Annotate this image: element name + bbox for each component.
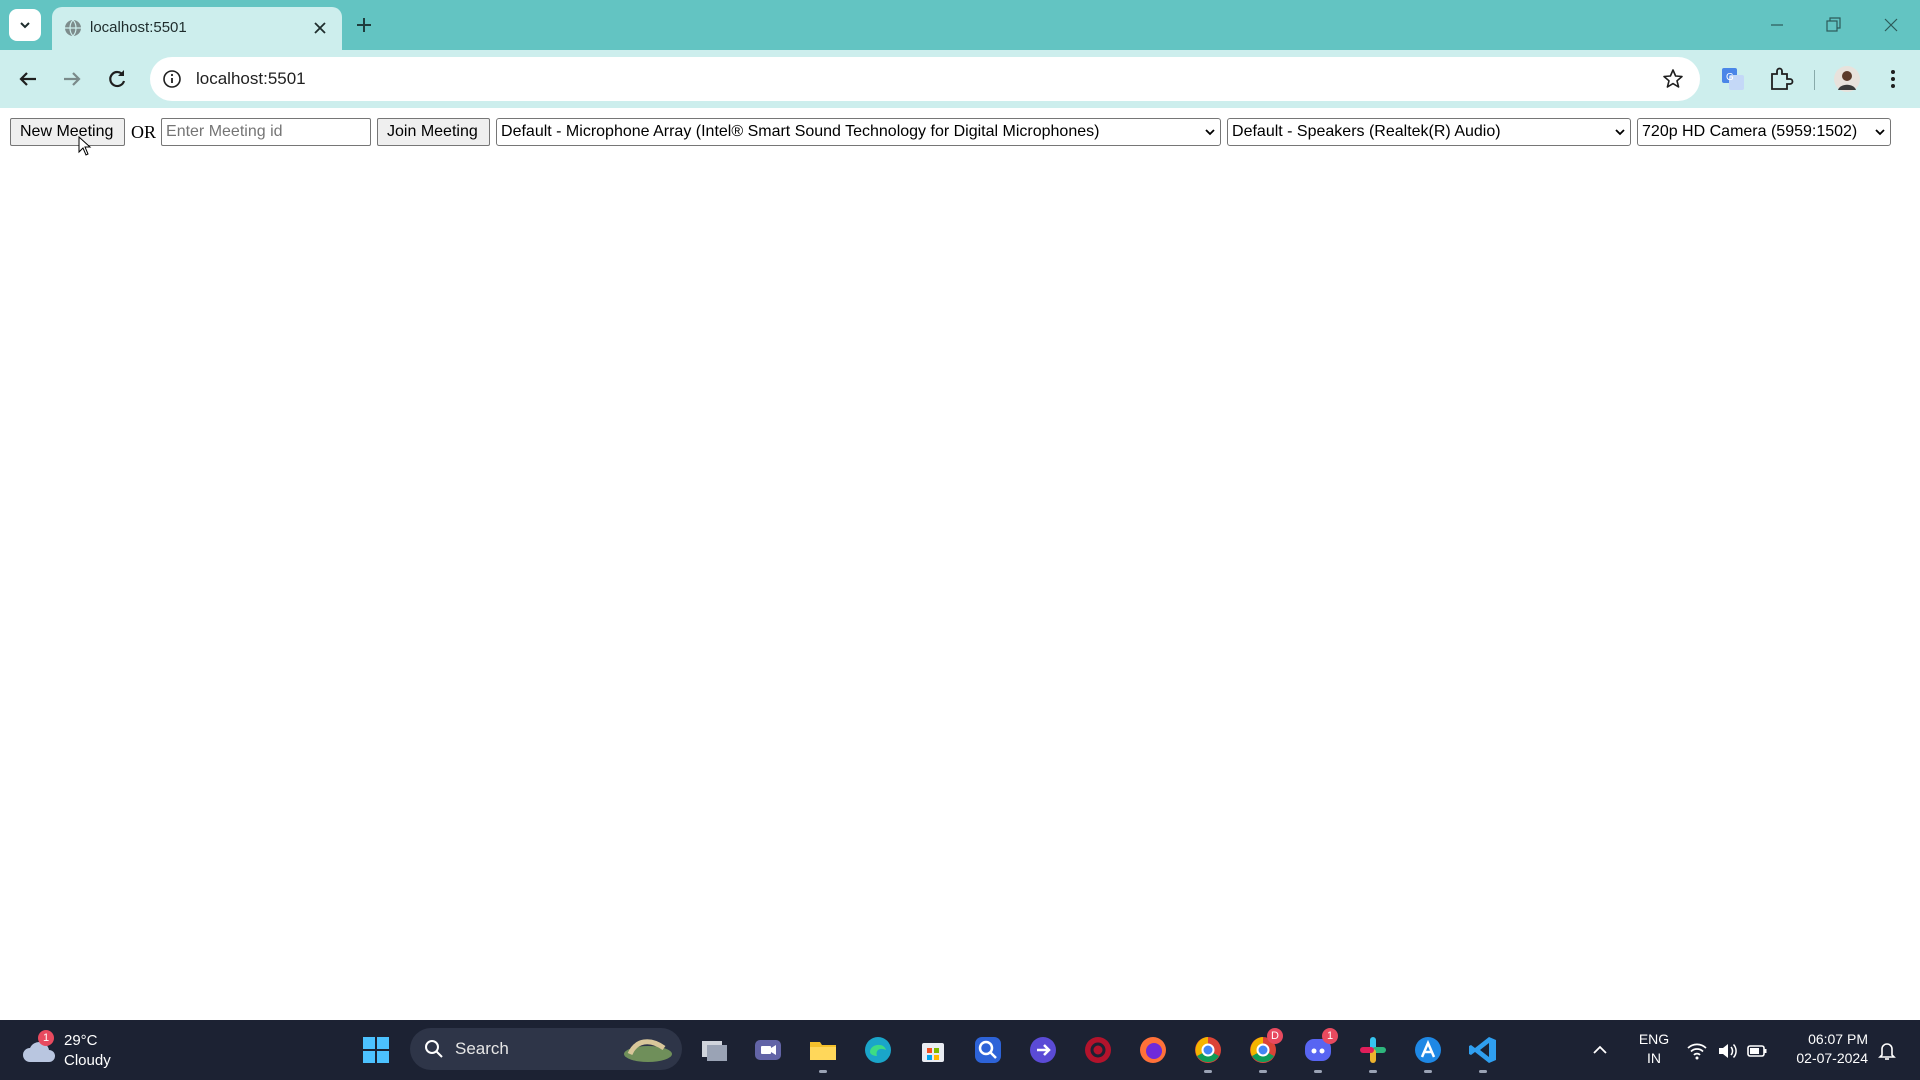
- input-language[interactable]: ENG IN: [1636, 1030, 1672, 1068]
- page-content: New Meeting OR Join Meeting Default - Mi…: [0, 108, 1920, 1020]
- speaker-select-value: Default - Speakers (Realtek(R) Audio): [1232, 123, 1501, 140]
- bookmark-star-icon[interactable]: [1662, 68, 1684, 90]
- restore-icon[interactable]: [1822, 14, 1844, 36]
- language-code: ENG: [1638, 1031, 1670, 1047]
- microsoft-store-icon[interactable]: [917, 1034, 949, 1066]
- slack-icon[interactable]: [1357, 1034, 1389, 1066]
- toolbar-separator: [1814, 70, 1815, 90]
- task-view-icon[interactable]: [698, 1034, 730, 1066]
- microphone-select[interactable]: Default - Microphone Array (Intel® Smart…: [496, 118, 1222, 146]
- chrome-badge: D: [1267, 1028, 1283, 1044]
- minimize-icon[interactable]: [1766, 14, 1788, 36]
- search-icon: [425, 1040, 443, 1058]
- wifi-icon[interactable]: [1686, 1040, 1708, 1062]
- microphone-select-value: Default - Microphone Array (Intel® Smart…: [501, 123, 1100, 140]
- new-tab-plus-icon[interactable]: [352, 13, 376, 37]
- back-arrow-icon[interactable]: [14, 65, 42, 93]
- running-indicator: [1314, 1070, 1322, 1073]
- taskbar: 1 29°C Cloudy Search D 1 ENG IN 06:07 PM…: [0, 1020, 1920, 1080]
- address-bar[interactable]: localhost:5501: [150, 57, 1700, 101]
- camera-select[interactable]: 720p HD Camera (5959:1502): [1637, 118, 1892, 146]
- browser-tabstrip: localhost:5501: [0, 0, 1920, 50]
- tab-title: localhost:5501: [90, 19, 187, 36]
- teams-meet-icon[interactable]: [752, 1034, 784, 1066]
- or-label: OR: [131, 121, 157, 142]
- running-indicator: [1424, 1070, 1432, 1073]
- tab-search-button[interactable]: [9, 9, 41, 41]
- search-label: Search: [455, 1039, 509, 1058]
- search-app-icon[interactable]: [972, 1034, 1004, 1066]
- discord-badge: 1: [1322, 1028, 1338, 1044]
- speaker-select[interactable]: Default - Speakers (Realtek(R) Audio): [1227, 118, 1632, 146]
- close-icon[interactable]: [310, 18, 330, 38]
- arrow-app-icon[interactable]: [1027, 1034, 1059, 1066]
- file-explorer-icon[interactable]: [807, 1034, 839, 1066]
- reload-icon[interactable]: [103, 65, 131, 93]
- running-indicator: [1204, 1070, 1212, 1073]
- running-indicator: [1479, 1070, 1487, 1073]
- chevron-down-icon: [20, 22, 30, 29]
- running-indicator: [819, 1070, 827, 1073]
- weather-temperature: 29°C: [64, 1032, 98, 1049]
- app-a-icon[interactable]: [1412, 1034, 1444, 1066]
- edge-browser-icon[interactable]: [862, 1034, 894, 1066]
- mouse-cursor-icon: [78, 136, 92, 156]
- chrome-profile-icon[interactable]: [1192, 1034, 1224, 1066]
- running-indicator: [1259, 1070, 1267, 1073]
- window-close-icon[interactable]: [1880, 14, 1902, 36]
- weather-widget[interactable]: 1 29°C Cloudy: [22, 1030, 162, 1072]
- svg-text:G: G: [1726, 72, 1734, 83]
- battery-icon[interactable]: [1746, 1040, 1768, 1062]
- security-app-icon[interactable]: [1082, 1034, 1114, 1066]
- tab-localhost[interactable]: localhost:5501: [52, 7, 342, 50]
- extensions-puzzle-icon[interactable]: [1767, 65, 1795, 93]
- clock-time: 06:07 PM: [1808, 1031, 1868, 1047]
- meeting-id-input[interactable]: [161, 118, 372, 146]
- firefox-icon[interactable]: [1137, 1034, 1169, 1066]
- language-region: IN: [1647, 1050, 1661, 1066]
- profile-avatar-icon[interactable]: [1833, 65, 1861, 93]
- new-meeting-button[interactable]: New Meeting: [10, 118, 125, 146]
- weather-description: Cloudy: [64, 1052, 111, 1069]
- windows-start-icon[interactable]: [362, 1036, 390, 1064]
- system-clock[interactable]: 06:07 PM 02-07-2024: [1780, 1030, 1868, 1068]
- google-translate-icon[interactable]: G: [1719, 65, 1747, 93]
- meeting-controls: New Meeting OR Join Meeting Default - Mi…: [10, 118, 1892, 146]
- chevron-up-icon[interactable]: [1590, 1040, 1610, 1060]
- browser-toolbar: localhost:5501 G: [0, 50, 1920, 108]
- taskbar-search[interactable]: Search: [410, 1028, 682, 1070]
- globe-icon: [65, 19, 81, 37]
- running-indicator: [1369, 1070, 1377, 1073]
- volume-icon[interactable]: [1716, 1040, 1738, 1062]
- url-text: localhost:5501: [196, 69, 306, 88]
- join-meeting-button[interactable]: Join Meeting: [377, 118, 491, 146]
- chevron-down-icon: [1875, 129, 1885, 136]
- search-highlight-art-icon: [624, 1039, 672, 1062]
- notification-bell-icon[interactable]: [1876, 1040, 1898, 1062]
- chevron-down-icon: [1615, 129, 1625, 136]
- chevron-down-icon: [1205, 129, 1215, 136]
- clock-date: 02-07-2024: [1796, 1050, 1868, 1066]
- vscode-icon[interactable]: [1467, 1034, 1499, 1066]
- menu-kebab-icon[interactable]: [1879, 65, 1907, 93]
- site-info-icon[interactable]: [162, 69, 182, 89]
- weather-badge: 1: [38, 1030, 54, 1046]
- camera-select-value: 720p HD Camera (5959:1502): [1642, 123, 1858, 140]
- forward-arrow-icon[interactable]: [58, 65, 86, 93]
